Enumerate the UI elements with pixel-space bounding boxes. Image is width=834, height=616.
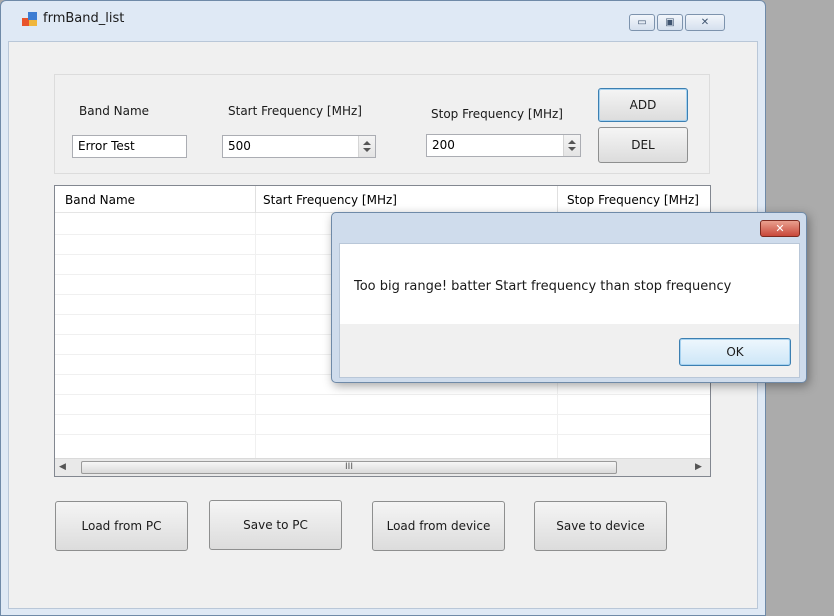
dialog-footer: OK bbox=[340, 324, 799, 377]
spin-down-icon bbox=[363, 148, 371, 152]
band-name-label: Band Name bbox=[79, 104, 150, 118]
horizontal-scrollbar[interactable]: ◀ III ▶ bbox=[55, 458, 710, 476]
column-header-band-name[interactable]: Band Name bbox=[55, 186, 255, 213]
close-icon: ✕ bbox=[775, 222, 785, 235]
scroll-left-icon[interactable]: ◀ bbox=[59, 462, 66, 472]
band-name-input[interactable]: Error Test bbox=[72, 135, 187, 158]
list-header: Band Name Start Frequency [MHz] Stop Fre… bbox=[55, 186, 710, 213]
error-dialog: ✕ Too big range! batter Start frequency … bbox=[331, 212, 807, 383]
stop-frequency-label: Stop Frequency [MHz] bbox=[431, 107, 563, 121]
del-button[interactable]: DEL bbox=[598, 127, 688, 163]
spin-down-icon bbox=[568, 147, 576, 151]
save-to-pc-button[interactable]: Save to PC bbox=[209, 500, 342, 550]
start-frequency-value: 500 bbox=[228, 139, 251, 153]
close-button[interactable]: ✕ bbox=[685, 14, 725, 31]
scroll-right-icon[interactable]: ▶ bbox=[695, 462, 702, 472]
spin-up-icon bbox=[568, 140, 576, 144]
stop-frequency-input[interactable]: 200 bbox=[426, 134, 581, 157]
close-icon: ✕ bbox=[700, 17, 710, 28]
title-bar[interactable]: frmBand_list ▭ ▣ ✕ bbox=[1, 1, 765, 41]
app-icon bbox=[22, 12, 37, 27]
window-title: frmBand_list bbox=[43, 11, 125, 26]
start-frequency-input[interactable]: 500 bbox=[222, 135, 376, 158]
column-header-start-frequency[interactable]: Start Frequency [MHz] bbox=[253, 186, 553, 213]
ok-button-label: OK bbox=[726, 345, 744, 359]
scroll-thumb[interactable]: III bbox=[81, 461, 617, 474]
band-name-value: Error Test bbox=[78, 139, 135, 153]
dialog-message: Too big range! batter Start frequency th… bbox=[354, 279, 732, 294]
dialog-body: Too big range! batter Start frequency th… bbox=[339, 243, 800, 378]
add-button[interactable]: ADD bbox=[598, 88, 688, 122]
dialog-close-button[interactable]: ✕ bbox=[760, 220, 800, 237]
del-button-label: DEL bbox=[631, 138, 655, 152]
stop-frequency-spinner[interactable] bbox=[563, 135, 580, 156]
save-to-device-button[interactable]: Save to device bbox=[534, 501, 667, 551]
load-from-pc-label: Load from PC bbox=[81, 519, 162, 533]
scroll-grip-icon: III bbox=[345, 462, 353, 472]
save-to-pc-label: Save to PC bbox=[243, 518, 308, 532]
load-from-device-label: Load from device bbox=[386, 519, 491, 533]
load-from-device-button[interactable]: Load from device bbox=[372, 501, 505, 551]
ok-button[interactable]: OK bbox=[679, 338, 791, 366]
load-from-pc-button[interactable]: Load from PC bbox=[55, 501, 188, 551]
stop-frequency-value: 200 bbox=[432, 138, 455, 152]
start-frequency-spinner[interactable] bbox=[358, 136, 375, 157]
column-header-stop-frequency[interactable]: Stop Frequency [MHz] bbox=[557, 186, 710, 213]
add-button-label: ADD bbox=[629, 98, 657, 112]
save-to-device-label: Save to device bbox=[556, 519, 645, 533]
start-frequency-label: Start Frequency [MHz] bbox=[228, 104, 362, 118]
maximize-icon: ▣ bbox=[665, 17, 675, 28]
spin-up-icon bbox=[363, 141, 371, 145]
minimize-button[interactable]: ▭ bbox=[629, 14, 655, 31]
maximize-button[interactable]: ▣ bbox=[657, 14, 683, 31]
minimize-icon: ▭ bbox=[637, 17, 647, 28]
